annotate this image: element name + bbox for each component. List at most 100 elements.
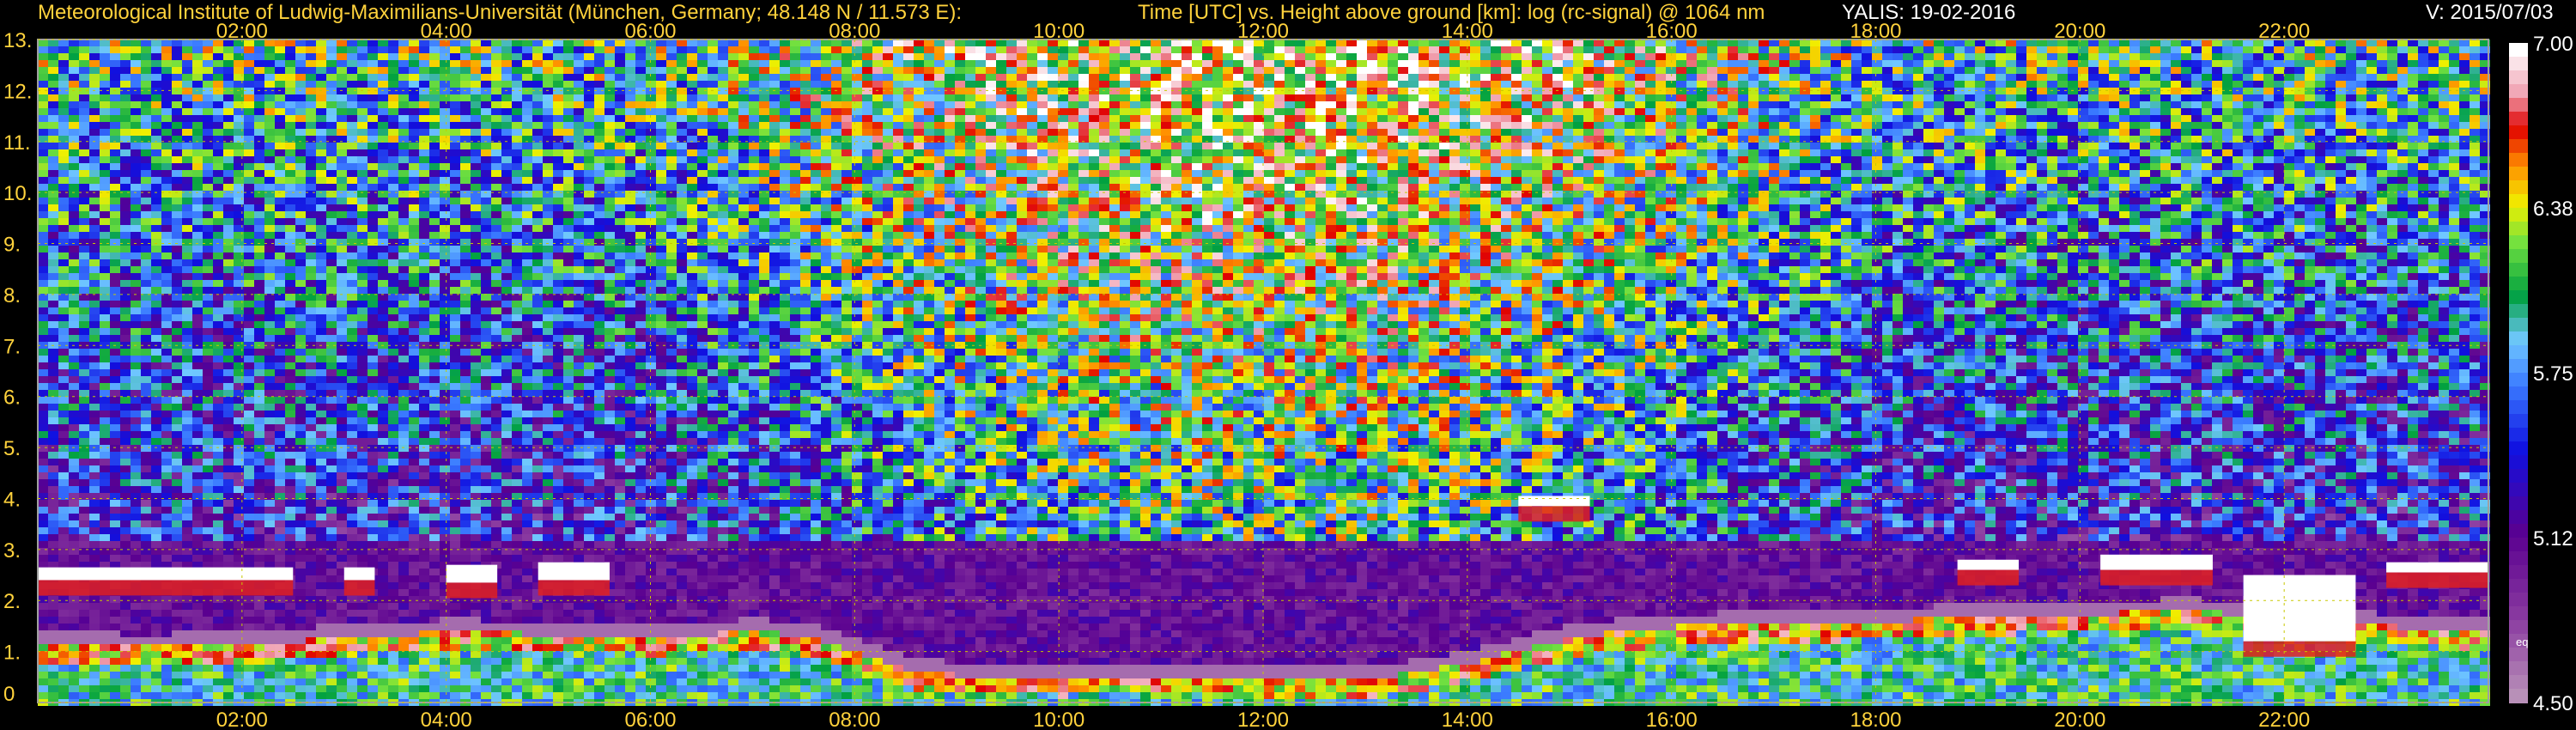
heatmap-cell — [264, 335, 275, 342]
heatmap-cell — [244, 465, 254, 472]
heatmap-cell — [172, 651, 182, 658]
heatmap-cell — [120, 486, 131, 493]
heatmap-cell — [388, 280, 398, 287]
heatmap-cell — [543, 225, 553, 232]
heatmap-cell — [471, 60, 481, 67]
heatmap-cell — [141, 658, 151, 665]
heatmap-cell — [347, 67, 357, 74]
heatmap-cell — [79, 404, 89, 411]
heatmap-cell — [522, 514, 532, 520]
heatmap-cell — [450, 376, 460, 383]
heatmap-cell — [161, 321, 172, 328]
heatmap-cell — [120, 630, 131, 637]
heatmap-cell — [522, 40, 532, 46]
heatmap-cell — [223, 218, 234, 225]
heatmap-cell — [79, 53, 89, 60]
heatmap-cell — [337, 610, 347, 617]
heatmap-cell — [543, 411, 553, 417]
heatmap-cell — [337, 314, 347, 321]
heatmap-cell — [419, 149, 429, 156]
heatmap-cell — [306, 644, 316, 651]
heatmap-cell — [192, 101, 203, 108]
heatmap-cell — [553, 637, 563, 644]
heatmap-cell — [347, 184, 357, 191]
heatmap-cell — [182, 266, 192, 273]
heatmap-cell — [471, 273, 481, 280]
heatmap-cell — [120, 81, 131, 88]
heatmap-cell — [151, 624, 161, 630]
heatmap-cell — [48, 246, 58, 252]
heatmap-cell — [398, 562, 409, 569]
heatmap-cell — [100, 273, 110, 280]
heatmap-cell — [264, 252, 275, 259]
heatmap-cell — [450, 424, 460, 431]
heatmap-cell — [89, 630, 100, 637]
heatmap-cell — [326, 252, 337, 259]
heatmap-cell — [471, 328, 481, 335]
heatmap-cell — [285, 459, 295, 465]
heatmap-cell — [285, 665, 295, 672]
heatmap-cell — [522, 301, 532, 307]
heatmap-cell — [38, 94, 48, 101]
heatmap-cell — [543, 81, 553, 88]
heatmap-cell — [58, 307, 69, 314]
heatmap-cell — [131, 40, 141, 46]
heatmap-cell — [306, 287, 316, 294]
heatmap-cell — [512, 445, 522, 452]
heatmap-cell — [501, 218, 512, 225]
heatmap-cell — [275, 246, 285, 252]
heatmap-cell — [429, 321, 440, 328]
heatmap-cell — [151, 328, 161, 335]
heatmap-cell — [357, 665, 368, 672]
heatmap-cell — [254, 163, 264, 170]
heatmap-cell — [419, 259, 429, 266]
heatmap-cell — [398, 204, 409, 211]
heatmap-cell — [131, 672, 141, 678]
heatmap-cell — [182, 198, 192, 204]
heatmap-cell — [347, 191, 357, 198]
heatmap-cell — [501, 438, 512, 445]
heatmap-cell — [481, 307, 491, 314]
heatmap-cell — [182, 390, 192, 397]
heatmap-cell — [203, 156, 213, 163]
heatmap-cell — [182, 191, 192, 198]
heatmap-cell — [48, 163, 58, 170]
heatmap-cell — [347, 149, 357, 156]
heatmap-cell — [58, 328, 69, 335]
heatmap-cell — [254, 692, 264, 699]
heatmap-cell — [512, 465, 522, 472]
heatmap-cell — [460, 191, 471, 198]
heatmap-cell — [151, 81, 161, 88]
heatmap-cell — [141, 438, 151, 445]
heatmap-cell — [182, 596, 192, 603]
heatmap-cell — [357, 541, 368, 548]
heatmap-cell — [337, 651, 347, 658]
heatmap-cell — [491, 177, 501, 184]
heatmap-cell — [522, 520, 532, 527]
heatmap-cell — [38, 307, 48, 314]
heatmap-cell — [264, 610, 275, 617]
heatmap-cell — [161, 46, 172, 53]
heatmap-cell — [491, 60, 501, 67]
heatmap-cell — [563, 362, 574, 369]
heatmap-cell — [460, 246, 471, 252]
heatmap-cell — [491, 672, 501, 678]
heatmap-cell — [326, 349, 337, 356]
heatmap-cell — [275, 397, 285, 404]
heatmap-cell — [357, 301, 368, 307]
heatmap-cell — [192, 170, 203, 177]
heatmap-cell — [553, 60, 563, 67]
heatmap-cell — [337, 301, 347, 307]
heatmap-cell — [58, 465, 69, 472]
heatmap-cell — [440, 115, 450, 122]
heatmap-cell — [522, 562, 532, 569]
heatmap-cell — [491, 438, 501, 445]
heatmap-cell — [69, 672, 79, 678]
heatmap-cell — [275, 252, 285, 259]
heatmap-cell — [337, 527, 347, 534]
heatmap-cell — [398, 541, 409, 548]
heatmap-cell — [337, 678, 347, 685]
heatmap-cell — [357, 548, 368, 555]
heatmap-cell — [501, 94, 512, 101]
heatmap-cell — [285, 424, 295, 431]
